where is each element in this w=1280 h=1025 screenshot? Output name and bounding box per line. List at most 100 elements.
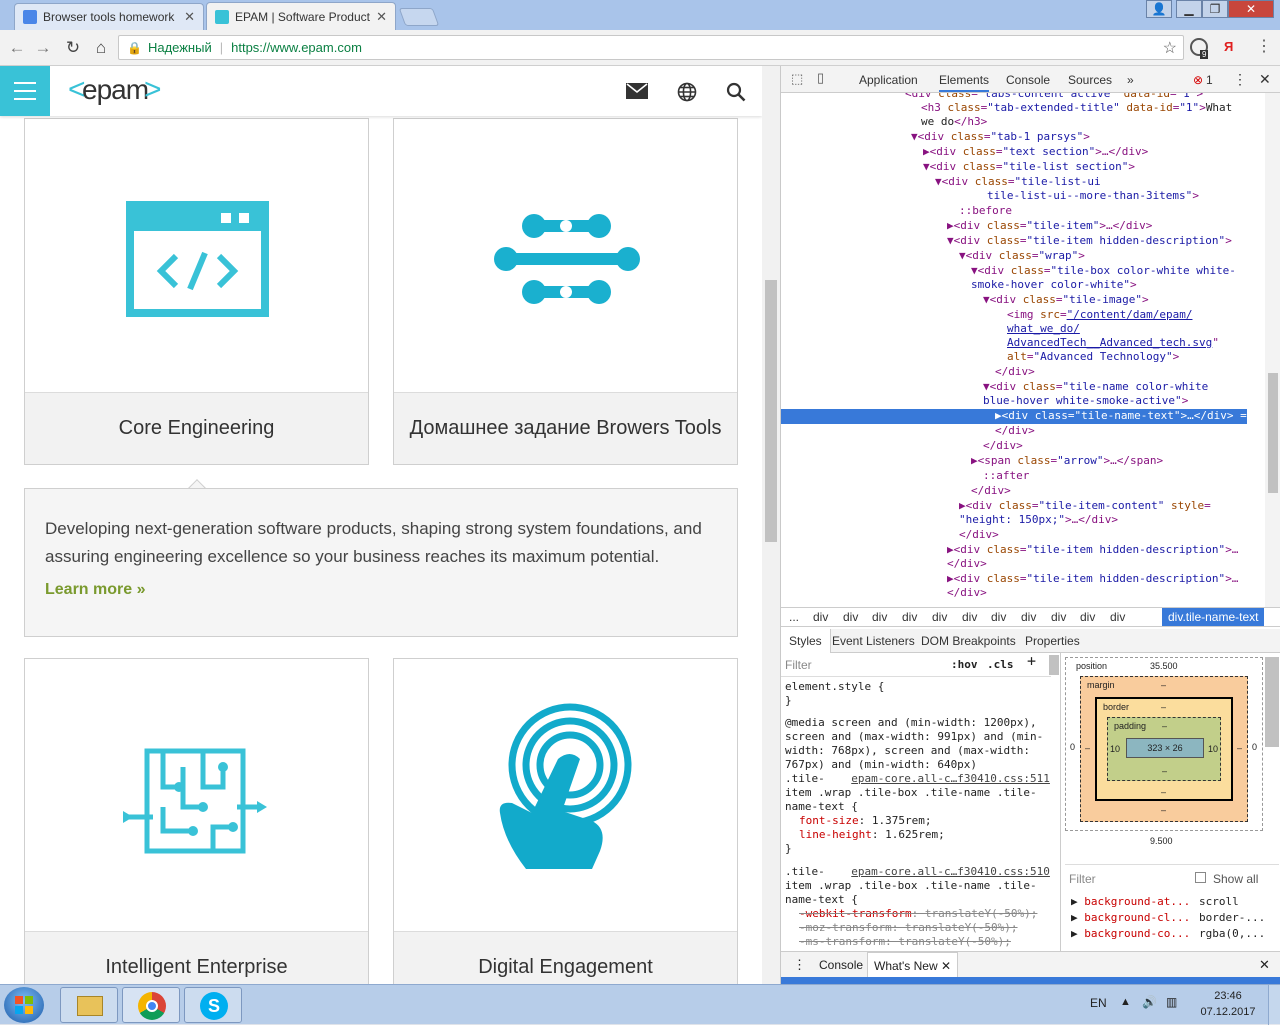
- minimize-button[interactable]: ▁: [1176, 0, 1202, 18]
- breadcrumb-item[interactable]: div: [1021, 610, 1036, 624]
- new-tab-button[interactable]: [398, 8, 440, 26]
- close-tab-icon[interactable]: ✕: [184, 9, 195, 25]
- tile-core-engineering[interactable]: Core Engineering: [24, 118, 369, 465]
- clock-date[interactable]: 07.12.2017: [1194, 1006, 1262, 1018]
- extension-badge: 9: [1200, 50, 1209, 59]
- drawer-close-icon[interactable]: ✕: [1259, 957, 1270, 973]
- yandex-icon[interactable]: Я: [1224, 39, 1233, 54]
- breadcrumb-item[interactable]: div: [872, 610, 887, 624]
- error-icon[interactable]: ⊗: [1193, 73, 1203, 87]
- learn-more-link[interactable]: Learn more »: [45, 581, 145, 599]
- language-indicator[interactable]: EN: [1090, 996, 1107, 1010]
- tab-styles[interactable]: Styles: [781, 629, 831, 653]
- hover-state-toggle[interactable]: :hov: [951, 658, 978, 672]
- chrome-menu-icon[interactable]: ⋮: [1256, 36, 1272, 56]
- breadcrumb-item[interactable]: ...: [789, 610, 799, 624]
- box-model-scrollbar-thumb[interactable]: [1265, 657, 1279, 747]
- start-button[interactable]: [4, 987, 44, 1023]
- breadcrumb-item[interactable]: div: [991, 610, 1006, 624]
- computed-row[interactable]: ▶ background-co... rgba(0,...: [1071, 926, 1271, 942]
- breadcrumb-item[interactable]: div: [813, 610, 828, 624]
- class-toggle[interactable]: .cls: [987, 658, 1014, 672]
- show-desktop-button[interactable]: [1268, 985, 1280, 1025]
- breadcrumb-item[interactable]: div: [902, 610, 917, 624]
- tab-application[interactable]: Application: [859, 73, 918, 87]
- position-label: position: [1076, 661, 1108, 671]
- volume-icon[interactable]: 🔊: [1142, 995, 1157, 1009]
- taskbar-explorer[interactable]: [60, 987, 118, 1023]
- breadcrumb-item[interactable]: div: [1051, 610, 1066, 624]
- tab-elements[interactable]: Elements: [939, 73, 990, 92]
- clock-time[interactable]: 23:46: [1198, 990, 1258, 1002]
- tab-console[interactable]: Console: [1006, 73, 1050, 87]
- lock-icon: 🔒: [127, 40, 142, 55]
- tab-browser-tools-homework[interactable]: Browser tools homework ✕: [14, 3, 204, 30]
- drawer-tab-whats-new[interactable]: What's New ✕: [867, 952, 959, 977]
- tab-sources[interactable]: Sources: [1068, 73, 1112, 87]
- epam-logo[interactable]: epam: [82, 74, 149, 106]
- drawer-content-edge: [781, 977, 1280, 984]
- styles-scrollbar-thumb[interactable]: [1049, 655, 1059, 675]
- styles-filter-input[interactable]: Filter: [785, 658, 812, 672]
- more-tabs-button[interactable]: »: [1127, 73, 1134, 87]
- dom-scrollbar[interactable]: [1265, 93, 1280, 607]
- devtools-menu-icon[interactable]: ⋮: [1233, 71, 1247, 88]
- epam-favicon-icon: [215, 10, 229, 24]
- tab-properties[interactable]: Properties: [1025, 634, 1080, 648]
- breadcrumb-item[interactable]: div: [962, 610, 977, 624]
- tile-intelligent-enterprise[interactable]: Intelligent Enterprise: [24, 658, 369, 984]
- border-top-value: –: [1161, 702, 1167, 712]
- address-bar[interactable]: 🔒 Надежный | https://www.epam.com ☆: [118, 35, 1184, 60]
- breadcrumb: ... div div div div div div div div div …: [781, 607, 1280, 627]
- advanced-tech-icon: [494, 214, 640, 304]
- tab-event-listeners[interactable]: Event Listeners: [832, 634, 915, 648]
- user-icon[interactable]: 👤: [1146, 0, 1172, 18]
- dom-tree[interactable]: <div class="tabs-content active" data-id…: [781, 93, 1265, 607]
- search-icon[interactable]: [726, 82, 746, 102]
- page-viewport: Core Engineering Домашнее задание Brower…: [0, 66, 762, 984]
- network-icon[interactable]: ▥: [1166, 995, 1177, 1009]
- scrollbar-thumb[interactable]: [1268, 373, 1278, 493]
- hamburger-menu-button[interactable]: [0, 66, 50, 116]
- omnibox-divider: |: [219, 40, 224, 55]
- back-icon[interactable]: ←: [6, 37, 28, 59]
- mail-icon[interactable]: [626, 83, 648, 99]
- styles-pane: Filter :hov .cls + element.style { } @me…: [781, 653, 1061, 951]
- breadcrumb-item[interactable]: div: [1080, 610, 1095, 624]
- tab-epam[interactable]: EPAM | Software Product ✕: [206, 2, 396, 31]
- computed-row[interactable]: ▶ background-at... scroll: [1071, 894, 1271, 910]
- breadcrumb-item[interactable]: div: [932, 610, 947, 624]
- restore-button[interactable]: ❐: [1202, 0, 1228, 18]
- reload-icon[interactable]: ↻: [62, 37, 84, 59]
- computed-list: ▶ background-at... scroll ▶ background-cl…: [1071, 894, 1271, 942]
- computed-row[interactable]: ▶ background-cl... border-...: [1071, 910, 1271, 926]
- drawer-tab-console[interactable]: Console: [819, 958, 863, 972]
- box-border: border – – padding – 10 10 – 323 × 26: [1095, 697, 1233, 801]
- computed-filter-input[interactable]: Filter: [1069, 872, 1096, 886]
- home-icon[interactable]: ⌂: [90, 37, 112, 59]
- selected-dom-node[interactable]: ▶<div class="tile-name-text">…</div> ==: [781, 409, 1253, 424]
- page-scrollbar[interactable]: [762, 66, 780, 984]
- taskbar-chrome[interactable]: [122, 987, 180, 1023]
- tab-title: Browser tools homework: [43, 10, 175, 24]
- device-toolbar-icon[interactable]: ▯: [817, 70, 824, 86]
- devtools-close-icon[interactable]: ✕: [1259, 71, 1271, 88]
- tile-digital-engagement[interactable]: Digital Engagement: [393, 658, 738, 984]
- close-tab-icon[interactable]: ✕: [376, 9, 387, 25]
- breadcrumb-item-selected[interactable]: div.tile-name-text: [1162, 608, 1265, 626]
- tab-dom-breakpoints[interactable]: DOM Breakpoints: [921, 634, 1016, 648]
- inspect-element-icon[interactable]: ⬚: [791, 71, 803, 87]
- bookmark-star-icon[interactable]: ☆: [1163, 38, 1177, 58]
- scrollbar-thumb[interactable]: [765, 280, 777, 542]
- tray-expand-icon[interactable]: ▲: [1120, 996, 1131, 1008]
- close-window-button[interactable]: ✕: [1228, 0, 1274, 18]
- forward-icon[interactable]: →: [32, 37, 54, 59]
- breadcrumb-item[interactable]: div: [843, 610, 858, 624]
- tile-browser-tools[interactable]: Домашнее задание Browers Tools: [393, 118, 738, 465]
- taskbar-skype[interactable]: S: [184, 987, 242, 1023]
- show-all-checkbox[interactable]: [1195, 872, 1206, 883]
- globe-icon[interactable]: [677, 82, 697, 102]
- breadcrumb-item[interactable]: div: [1110, 610, 1125, 624]
- drawer-menu-icon[interactable]: ⋮: [793, 957, 806, 973]
- add-rule-icon[interactable]: +: [1027, 653, 1036, 668]
